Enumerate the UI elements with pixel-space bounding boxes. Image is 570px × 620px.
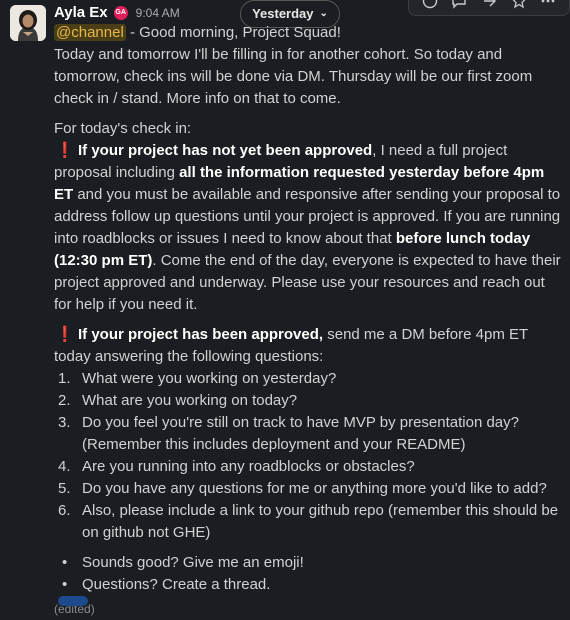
message-body: @channel - Good morning, Project Squad! … — [54, 22, 566, 620]
list-item-text: Do you have any questions for me or anyt… — [82, 480, 547, 497]
bullet-dot: • — [62, 576, 68, 593]
list-item-text: Also, please include a link to your gith… — [82, 502, 559, 541]
list-number: 5. — [58, 480, 71, 497]
greeting-line: @channel - Good morning, Project Squad! — [54, 22, 566, 44]
greeting-text: - Good morning, Project Squad! — [125, 24, 341, 41]
list-item: 5. Do you have any questions for me or an… — [54, 478, 566, 500]
list-item-text: Are you running into any roadblocks or o… — [82, 458, 415, 475]
author-name[interactable]: Ayla Ex — [54, 2, 108, 24]
channel-mention[interactable]: @channel — [54, 24, 126, 41]
list-item-text: Questions? Create a thread. — [82, 576, 271, 593]
edited-label: (edited) — [54, 602, 95, 616]
list-item-text: Sounds good? Give me an emoji! — [82, 554, 304, 571]
approved-bold: If your project has been approved, — [78, 326, 324, 343]
forward-icon[interactable] — [480, 0, 498, 10]
list-number: 1. — [58, 370, 71, 387]
not-approved-bold: If your project has not yet been approve… — [78, 142, 373, 159]
message-header: Ayla Ex GA 9:04 AM — [54, 3, 180, 23]
list-item: • Questions? Create a thread. — [54, 574, 566, 596]
list-item: 1. What were you working on yesterday? — [54, 368, 566, 390]
approved-paragraph: ❗ If your project has been approved, send… — [54, 324, 566, 368]
more-icon[interactable] — [539, 0, 557, 10]
status-badge: GA — [113, 6, 128, 20]
checkin-header: For today's check in: — [54, 120, 192, 137]
reaction-icon[interactable] — [421, 0, 439, 10]
bookmark-icon[interactable] — [510, 0, 528, 10]
list-item: 2. What are you working on today? — [54, 390, 566, 412]
message-actions-toolbar — [408, 0, 570, 16]
questions-list: 1. What were you working on yesterday? 2.… — [54, 368, 566, 544]
avatar-image — [10, 5, 46, 41]
exclamation-icon: ❗ — [55, 142, 75, 159]
list-item-text: What are you working on today? — [82, 392, 298, 409]
list-item: 6. Also, please include a link to your gi… — [54, 500, 566, 544]
not-approved-paragraph: ❗ If your project has not yet been approv… — [54, 140, 566, 316]
list-number: 2. — [58, 392, 71, 409]
list-number: 4. — [58, 458, 71, 475]
list-item: • Sounds good? Give me an emoji! — [54, 552, 566, 574]
list-item-text: Do you feel you're still on track to hav… — [82, 414, 519, 453]
reaction-pill[interactable] — [58, 596, 88, 606]
comment-icon[interactable] — [450, 0, 468, 10]
exclamation-icon: ❗ — [55, 326, 75, 343]
list-item-text: What were you working on yesterday? — [82, 370, 337, 387]
list-item: 4. Are you running into any roadblocks or… — [54, 456, 566, 478]
list-item: 3. Do you feel you're still on track to h… — [54, 412, 566, 456]
list-number: 3. — [58, 414, 71, 431]
intro-paragraph: Today and tomorrow I'll be filling in fo… — [54, 46, 533, 107]
bullet-list: • Sounds good? Give me an emoji! • Questio… — [54, 552, 566, 596]
avatar[interactable] — [10, 5, 46, 41]
bullet-dot: • — [62, 554, 68, 571]
list-number: 6. — [58, 502, 71, 519]
timestamp[interactable]: 9:04 AM — [136, 2, 180, 24]
